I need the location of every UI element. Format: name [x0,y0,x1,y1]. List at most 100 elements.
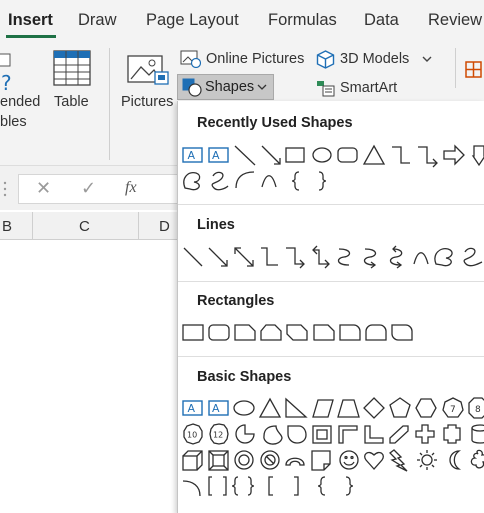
rounded-rectangle-shape-icon[interactable] [337,147,358,163]
rounded-rectangle-shape-icon[interactable] [208,324,230,341]
isosceles-triangle-shape-icon[interactable] [258,397,282,418]
left-brace-shape-icon[interactable] [317,476,326,496]
plaque-shape-icon[interactable] [443,424,461,444]
round-diagonal-corner-rectangle-shape-icon[interactable] [391,324,413,341]
snip-round-single-corner-rectangle-shape-icon[interactable] [313,324,335,341]
parallelogram-shape-icon[interactable] [312,399,334,418]
hexagon-shape-icon[interactable] [415,398,437,418]
right-arrow-shape-icon[interactable] [443,144,465,166]
column-header-b[interactable]: B [2,218,12,235]
diamond-shape-icon[interactable] [363,397,385,419]
3d-models-button[interactable]: 3D Models [316,47,434,71]
double-bracket-shape-icon[interactable] [208,476,227,496]
cancel-entry-button[interactable]: ✕ [36,178,51,199]
snip-diagonal-corner-rectangle-shape-icon[interactable] [286,324,308,341]
recommended-tables-label-line1[interactable]: ended [0,94,40,110]
donut-shape-icon[interactable] [234,450,254,470]
column-header-d[interactable]: D [159,218,170,235]
elbow-connector-shape-icon[interactable] [261,247,278,266]
curved-connector-shape-icon[interactable] [337,248,351,266]
right-bracket-shape-icon[interactable] [294,476,299,496]
text-box-shape-icon[interactable]: A [182,400,203,416]
column-header-c[interactable]: C [79,218,90,235]
recommended-tables-label-line2[interactable]: bles [0,114,27,130]
pictures-icon[interactable] [127,52,169,86]
curved-double-arrow-connector-shape-icon[interactable] [389,245,403,269]
vertical-text-box-shape-icon[interactable]: A [208,147,229,163]
tab-page-layout[interactable]: Page Layout [146,11,239,30]
table-label[interactable]: Table [54,94,89,110]
shapes-button[interactable]: Shapes [177,74,274,100]
insert-function-button[interactable]: fx [125,179,137,197]
snip-single-corner-rectangle-shape-icon[interactable] [234,324,256,341]
line-shape-icon[interactable] [234,145,256,166]
oval-shape-icon[interactable] [312,147,332,163]
right-brace-shape-icon[interactable] [318,171,327,191]
lightning-bolt-shape-icon[interactable] [389,449,408,472]
sun-shape-icon[interactable] [417,450,437,470]
elbow-arrow-connector-shape-icon[interactable] [286,247,305,269]
cube-shape-icon[interactable] [182,450,203,471]
line-shape-icon[interactable] [183,247,203,267]
curve-shape-icon[interactable] [413,252,429,265]
arc-shape-icon[interactable] [182,480,201,497]
frame-shape-icon[interactable] [312,425,332,444]
vertical-text-box-shape-icon[interactable]: A [208,400,229,416]
enter-entry-button[interactable]: ✓ [81,178,96,199]
block-arc-shape-icon[interactable] [285,457,305,466]
scribble-shape-icon[interactable] [463,247,483,267]
half-frame-shape-icon[interactable] [338,425,358,444]
table-icon[interactable] [53,50,91,86]
snip-same-side-corner-rectangle-shape-icon[interactable] [260,324,282,341]
tab-review[interactable]: Review [428,11,482,30]
octagon-shape-icon[interactable]: 8 [468,397,484,419]
recommended-tables-icon[interactable]: ? [0,52,16,96]
elbow-arrow-connector-shape-icon[interactable] [418,146,438,168]
arrow-shape-icon[interactable] [261,145,281,165]
rectangle-shape-icon[interactable] [182,324,204,341]
heptagon-shape-icon[interactable]: 7 [442,397,464,418]
bevel-shape-icon[interactable] [208,450,229,471]
curved-arrow-connector-shape-icon[interactable] [363,248,377,269]
down-arrow-shape-icon[interactable] [471,145,484,167]
scribble-shape-icon[interactable] [211,171,229,191]
round-same-side-corner-rectangle-shape-icon[interactable] [365,324,387,341]
worksheet-grid[interactable] [0,240,178,513]
smiley-face-shape-icon[interactable] [339,450,359,470]
folded-corner-shape-icon[interactable] [311,450,331,471]
tab-data[interactable]: Data [364,11,399,30]
decagon-shape-icon[interactable]: 10 [183,423,203,445]
pictures-label[interactable]: Pictures [121,94,173,110]
oval-shape-icon[interactable] [233,400,255,416]
diagonal-stripe-shape-icon[interactable] [389,425,409,444]
no-symbol-shape-icon[interactable] [260,450,280,470]
heart-shape-icon[interactable] [364,451,384,470]
cross-shape-icon[interactable] [415,424,435,444]
double-arrow-line-shape-icon[interactable] [234,247,254,267]
elbow-double-arrow-connector-shape-icon[interactable] [312,245,330,269]
round-single-corner-rectangle-shape-icon[interactable] [339,324,361,341]
dodecagon-shape-icon[interactable]: 12 [209,423,229,445]
l-shape-icon[interactable] [364,425,384,444]
trapezoid-shape-icon[interactable] [337,399,360,418]
chord-shape-icon[interactable] [263,425,283,445]
double-brace-shape-icon[interactable] [231,476,255,496]
arc-shape-icon[interactable] [235,171,255,189]
freeform-shape-icon[interactable] [183,172,201,191]
moon-shape-icon[interactable] [449,450,462,470]
left-bracket-shape-icon[interactable] [268,476,273,496]
right-brace-shape-icon[interactable] [345,476,354,496]
triangle-shape-icon[interactable] [362,144,386,165]
add-in-icon[interactable] [464,60,484,80]
elbow-connector-shape-icon[interactable] [392,146,410,164]
tab-draw[interactable]: Draw [78,11,117,30]
arrow-line-shape-icon[interactable] [208,247,228,267]
rectangle-shape-icon[interactable] [285,147,305,163]
text-box-shape-icon[interactable]: A [182,147,203,163]
left-brace-shape-icon[interactable] [291,171,300,191]
pie-shape-icon[interactable] [235,424,255,444]
freeform-shape-icon[interactable] [434,248,453,267]
curve-shape-icon[interactable] [261,175,277,188]
can-shape-icon[interactable] [471,424,484,444]
cloud-shape-icon[interactable] [470,449,484,469]
